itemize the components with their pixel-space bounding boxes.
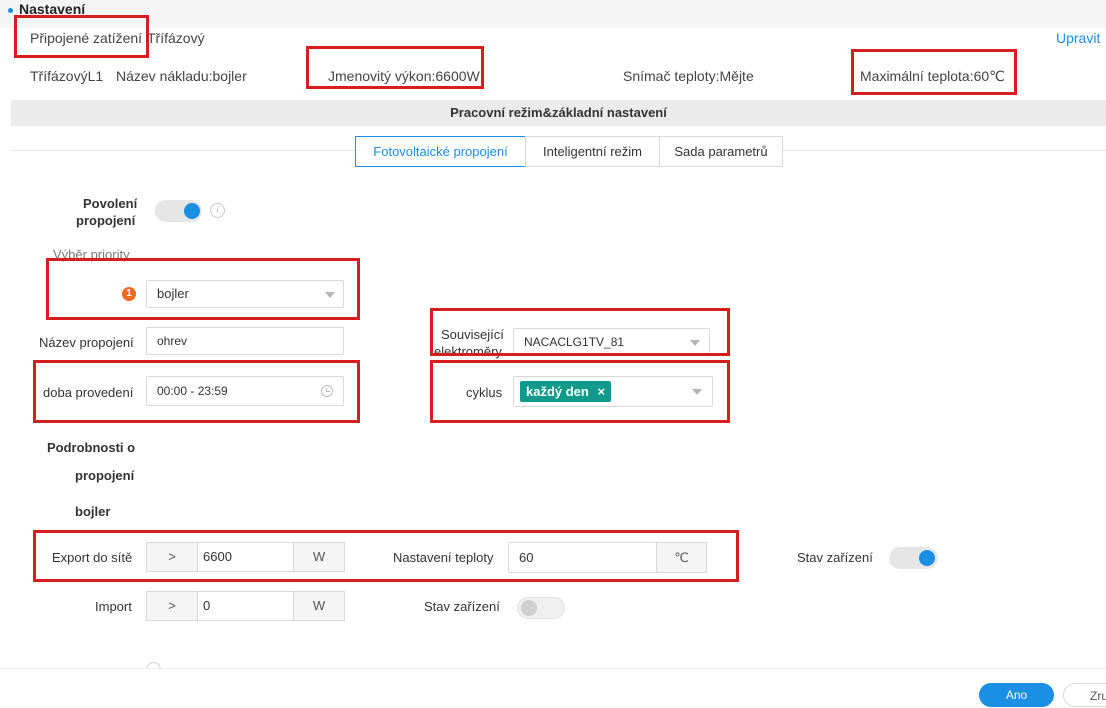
divider — [783, 150, 1106, 151]
enable-label: propojení — [76, 213, 136, 228]
import-value-input[interactable]: 0 — [197, 591, 294, 621]
link-name-label: Název propojení — [39, 335, 134, 350]
section-title: Pracovní režim&základní nastavení — [11, 100, 1106, 126]
import-label: Import — [95, 599, 132, 614]
bullet-icon — [8, 8, 13, 13]
tab-intelligent-mode[interactable]: Inteligentní režim — [525, 136, 660, 167]
import-operator[interactable]: > — [146, 591, 198, 621]
cancel-button[interactable]: Zru — [1063, 683, 1106, 707]
import-unit: W — [293, 591, 345, 621]
toggle-knob — [184, 203, 200, 219]
temp-sensor: Snímač teploty:Mějte — [623, 68, 754, 84]
highlight-box — [851, 49, 1017, 95]
highlight-box — [33, 530, 739, 582]
load-name: Název nákladu:bojler — [116, 68, 247, 84]
toggle-knob — [521, 600, 537, 616]
tab-photovoltaic-link[interactable]: Fotovoltaické propojení — [355, 136, 526, 167]
info-icon[interactable]: i — [210, 203, 225, 218]
edit-link[interactable]: Upravit — [1056, 30, 1100, 46]
highlight-box — [46, 258, 360, 320]
details-title: propojení — [75, 468, 135, 483]
footer-bar — [0, 668, 1106, 700]
device-state-label: Stav zařízení — [424, 599, 500, 614]
ok-button[interactable]: Ano — [979, 683, 1054, 707]
phase-value: TřífázovýL1 — [30, 68, 104, 84]
details-title: Podrobnosti o — [47, 440, 136, 455]
toggle-knob — [919, 550, 935, 566]
device-state-label: Stav zařízení — [797, 550, 873, 565]
connected-load-value: Třífázový — [147, 30, 205, 46]
highlight-box — [430, 360, 730, 423]
enable-toggle[interactable] — [155, 200, 202, 222]
divider — [11, 150, 355, 151]
enable-label: Povolení — [83, 196, 138, 211]
link-name-input[interactable]: ohrev — [146, 327, 344, 355]
highlight-box — [430, 308, 730, 356]
highlight-box — [33, 360, 360, 423]
details-device: bojler — [75, 504, 111, 519]
header-bar — [0, 0, 1106, 28]
device-state-toggle[interactable] — [517, 597, 565, 619]
tab-parameter-set[interactable]: Sada parametrů — [659, 136, 783, 167]
device-state-toggle[interactable] — [889, 547, 938, 569]
highlight-box — [14, 15, 149, 58]
highlight-box — [306, 46, 484, 89]
